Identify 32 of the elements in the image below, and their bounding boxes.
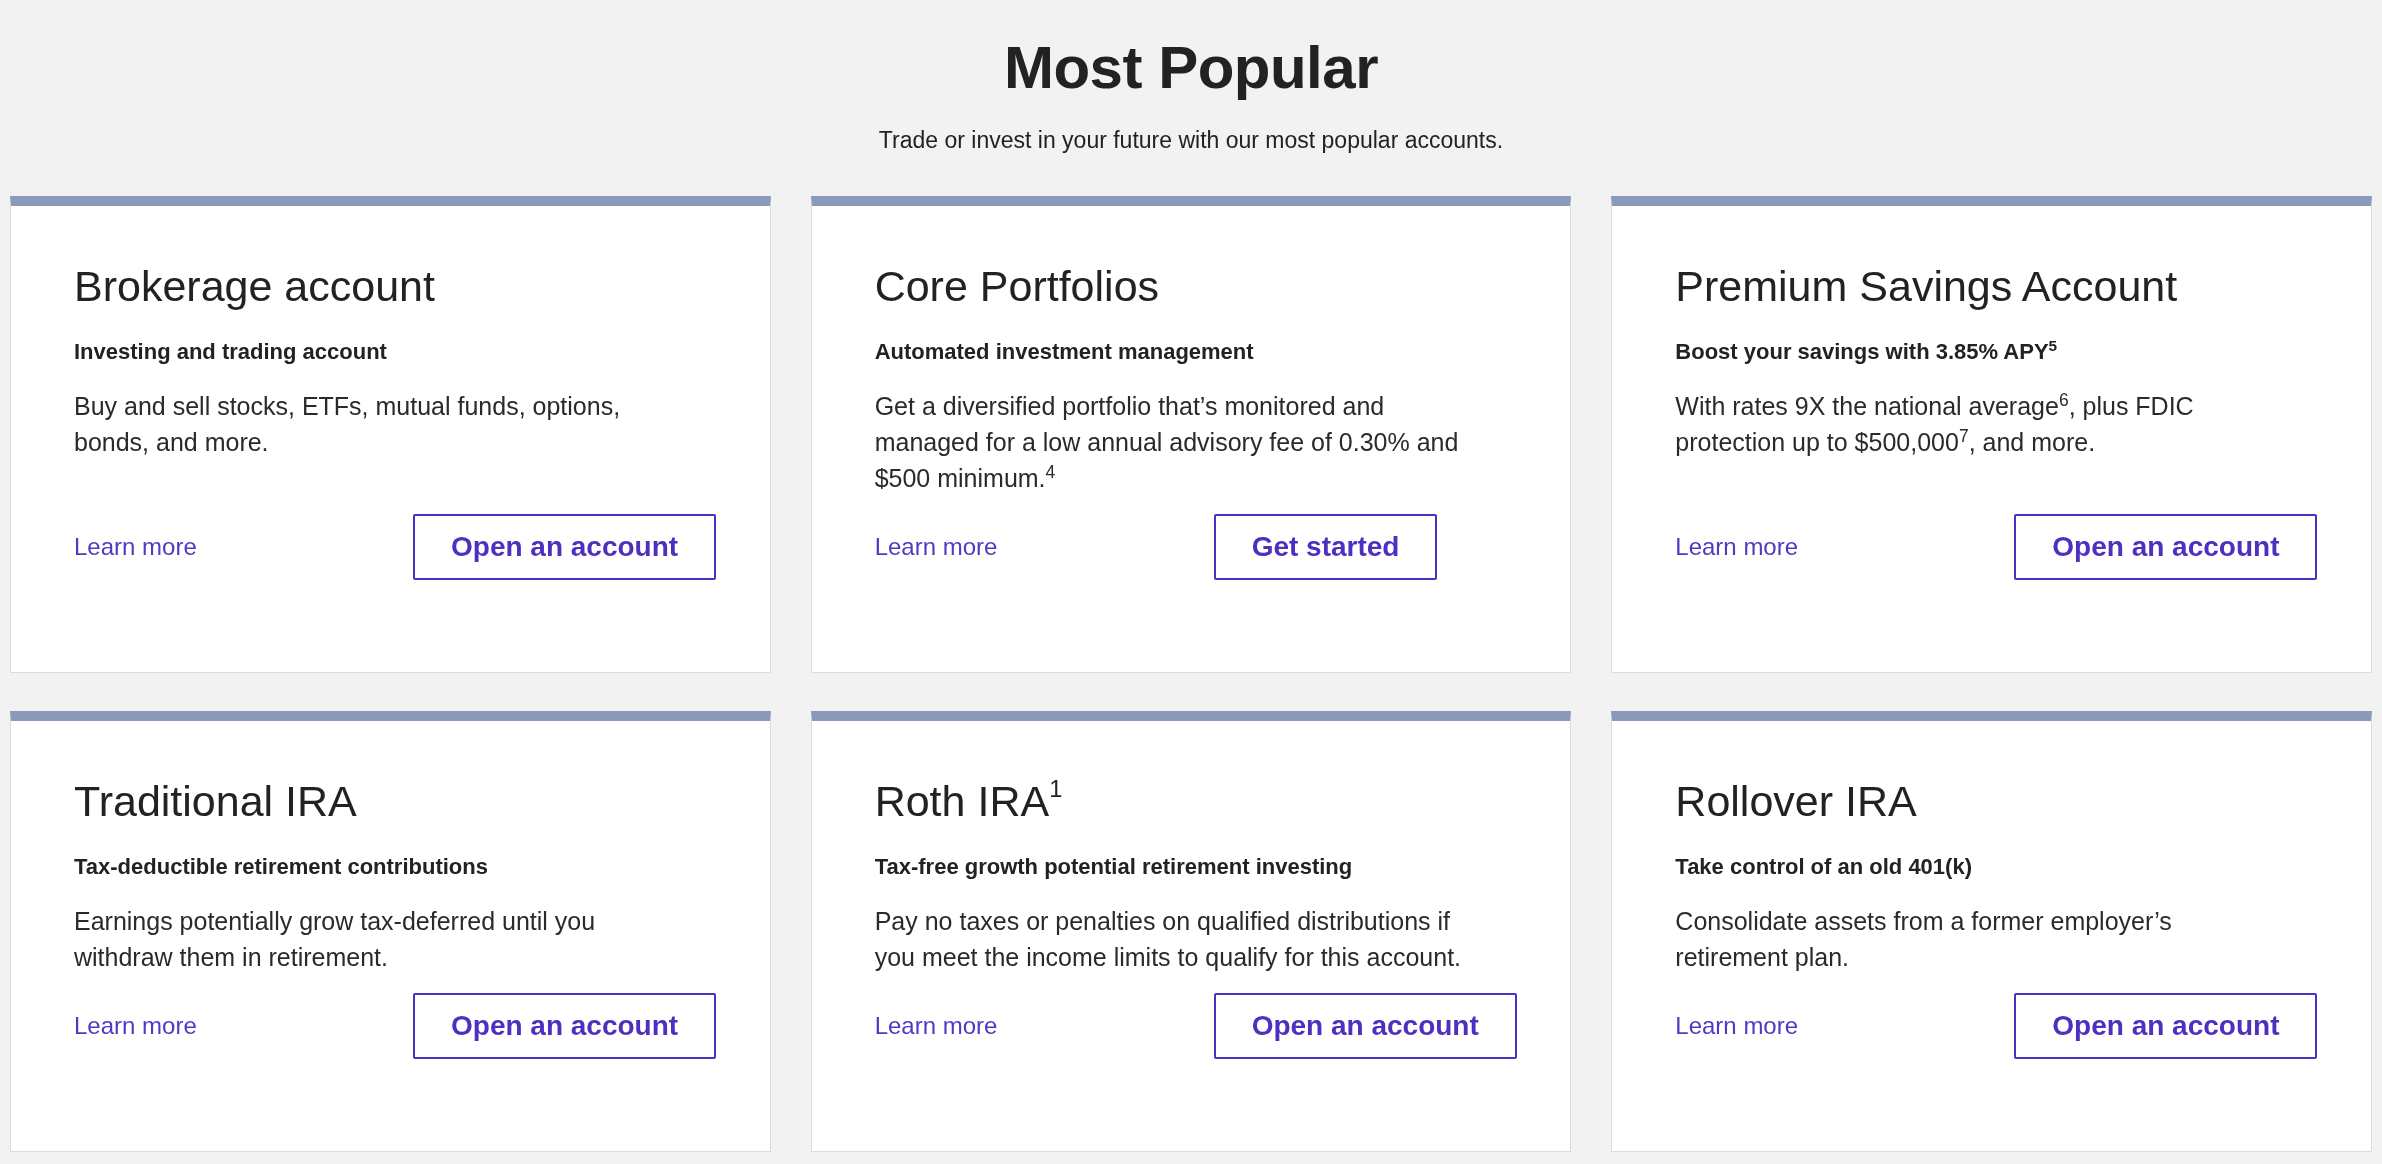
card-subtitle: Automated investment management [874,338,1255,366]
card-subtitle: Tax-deductible retirement contributions [74,853,489,881]
learn-more-link[interactable]: Learn more [1675,529,1799,565]
card-title: Brokerage account [74,261,436,312]
card-subtitle: Take control of an old 401(k) [1675,853,1973,881]
learn-more-link[interactable]: Learn more [874,529,998,565]
card-description: Earnings potentially grow tax-deferred until you withdraw them in retirement. [74,907,596,971]
card-subtitle: Tax-free growth potential retirement investing [874,853,1354,881]
page-subtitle: Trade or invest in your future with our most popular accounts. [877,126,1505,155]
action-button[interactable]: Open an account [413,993,717,1059]
card-title: Core Portfolios [874,261,1161,312]
card-title: Rollover IRA [1675,776,1918,827]
action-button[interactable]: Open an account [2014,993,2318,1059]
card-subtitle: Boost your savings with 3.85% APY$^{5}$ [1675,337,2059,366]
action-button[interactable]: Open an account [2014,514,2318,580]
card-subtitle: Investing and trading account [74,338,388,366]
learn-more-link[interactable]: Learn more [874,1008,998,1044]
card-title: Traditional IRA [74,776,358,827]
card-description: Get a diversified portfolio that’s monitored and managed for a low annual advisory fee of 0.30% and $500 minimum.$^{4}$ [874,392,1459,492]
card-description: With rates 9X the national average$^{6}$, plus FDIC protection up to $500,000$^{7}$, and more. [1675,392,2194,456]
learn-more-link[interactable]: Learn more [74,529,197,565]
card-description: Buy and sell stocks, ETFs, mutual funds, options, bonds, and more. [74,392,621,456]
card-description: Pay no taxes or penalties on qualified distributions if you meet the income limits to qualify for this account. [874,907,1462,971]
card-description: Consolidate assets from a former employer’s retirement plan. [1675,907,2172,971]
action-button[interactable]: Open an account [413,514,717,580]
page-heading: Most Popular [1003,33,1379,103]
card-title: Roth IRA$^{1}$ [874,775,1064,827]
learn-more-link[interactable]: Learn more [1675,1008,1799,1044]
action-button[interactable]: Get started [1213,514,1438,580]
action-button[interactable]: Open an account [1213,993,1517,1059]
card-title: Premium Savings Account [1675,261,2179,312]
learn-more-link[interactable]: Learn more [74,1008,197,1044]
